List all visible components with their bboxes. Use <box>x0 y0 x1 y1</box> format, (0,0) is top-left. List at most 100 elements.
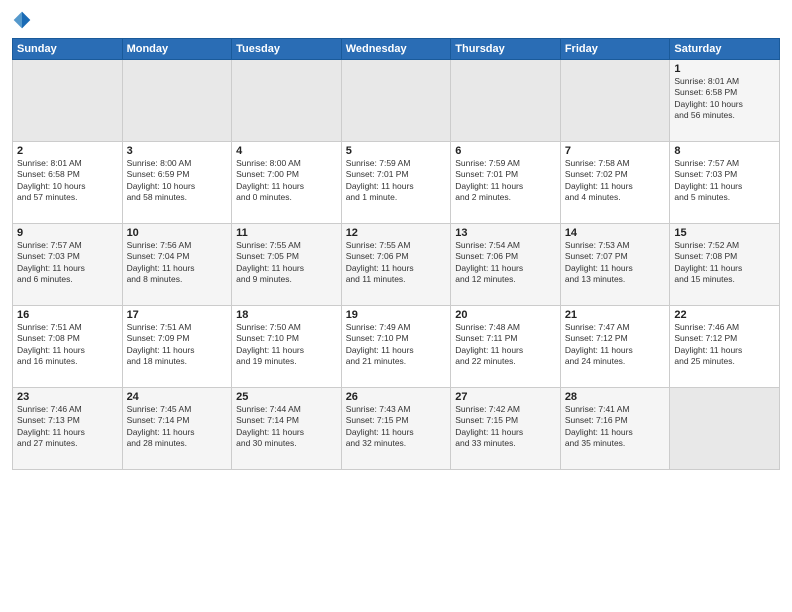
day-info: Sunrise: 7:53 AM Sunset: 7:07 PM Dayligh… <box>565 240 666 286</box>
day-info: Sunrise: 7:57 AM Sunset: 7:03 PM Dayligh… <box>17 240 118 286</box>
day-number: 28 <box>565 391 666 403</box>
weekday-header: Thursday <box>451 39 561 60</box>
day-number: 5 <box>346 145 447 157</box>
weekday-header: Tuesday <box>232 39 342 60</box>
day-info: Sunrise: 7:52 AM Sunset: 7:08 PM Dayligh… <box>674 240 775 286</box>
calendar-day-cell: 13Sunrise: 7:54 AM Sunset: 7:06 PM Dayli… <box>451 224 561 306</box>
day-number: 8 <box>674 145 775 157</box>
day-info: Sunrise: 7:47 AM Sunset: 7:12 PM Dayligh… <box>565 322 666 368</box>
calendar-day-cell <box>560 60 670 142</box>
calendar-day-cell <box>341 60 451 142</box>
day-number: 10 <box>127 227 228 239</box>
calendar-day-cell <box>122 60 232 142</box>
calendar-day-cell: 9Sunrise: 7:57 AM Sunset: 7:03 PM Daylig… <box>13 224 123 306</box>
day-number: 11 <box>236 227 337 239</box>
calendar-day-cell: 22Sunrise: 7:46 AM Sunset: 7:12 PM Dayli… <box>670 306 780 388</box>
day-info: Sunrise: 8:01 AM Sunset: 6:58 PM Dayligh… <box>674 76 775 122</box>
calendar-day-cell: 20Sunrise: 7:48 AM Sunset: 7:11 PM Dayli… <box>451 306 561 388</box>
day-info: Sunrise: 7:46 AM Sunset: 7:12 PM Dayligh… <box>674 322 775 368</box>
weekday-header: Friday <box>560 39 670 60</box>
calendar-day-cell: 16Sunrise: 7:51 AM Sunset: 7:08 PM Dayli… <box>13 306 123 388</box>
day-info: Sunrise: 7:42 AM Sunset: 7:15 PM Dayligh… <box>455 404 556 450</box>
calendar-day-cell: 7Sunrise: 7:58 AM Sunset: 7:02 PM Daylig… <box>560 142 670 224</box>
day-info: Sunrise: 7:45 AM Sunset: 7:14 PM Dayligh… <box>127 404 228 450</box>
calendar-week-row: 2Sunrise: 8:01 AM Sunset: 6:58 PM Daylig… <box>13 142 780 224</box>
calendar-day-cell: 18Sunrise: 7:50 AM Sunset: 7:10 PM Dayli… <box>232 306 342 388</box>
day-number: 3 <box>127 145 228 157</box>
day-number: 4 <box>236 145 337 157</box>
day-number: 2 <box>17 145 118 157</box>
calendar-day-cell: 8Sunrise: 7:57 AM Sunset: 7:03 PM Daylig… <box>670 142 780 224</box>
day-number: 26 <box>346 391 447 403</box>
calendar-day-cell: 14Sunrise: 7:53 AM Sunset: 7:07 PM Dayli… <box>560 224 670 306</box>
calendar-day-cell <box>670 388 780 470</box>
day-info: Sunrise: 7:55 AM Sunset: 7:06 PM Dayligh… <box>346 240 447 286</box>
day-info: Sunrise: 7:51 AM Sunset: 7:08 PM Dayligh… <box>17 322 118 368</box>
weekday-header: Wednesday <box>341 39 451 60</box>
calendar-day-cell: 2Sunrise: 8:01 AM Sunset: 6:58 PM Daylig… <box>13 142 123 224</box>
day-info: Sunrise: 8:00 AM Sunset: 7:00 PM Dayligh… <box>236 158 337 204</box>
day-number: 17 <box>127 309 228 321</box>
calendar-day-cell: 12Sunrise: 7:55 AM Sunset: 7:06 PM Dayli… <box>341 224 451 306</box>
calendar-table: SundayMondayTuesdayWednesdayThursdayFrid… <box>12 38 780 470</box>
day-info: Sunrise: 7:48 AM Sunset: 7:11 PM Dayligh… <box>455 322 556 368</box>
day-info: Sunrise: 7:41 AM Sunset: 7:16 PM Dayligh… <box>565 404 666 450</box>
day-number: 7 <box>565 145 666 157</box>
day-number: 9 <box>17 227 118 239</box>
day-info: Sunrise: 7:49 AM Sunset: 7:10 PM Dayligh… <box>346 322 447 368</box>
calendar-day-cell: 11Sunrise: 7:55 AM Sunset: 7:05 PM Dayli… <box>232 224 342 306</box>
calendar-day-cell: 6Sunrise: 7:59 AM Sunset: 7:01 PM Daylig… <box>451 142 561 224</box>
calendar-week-row: 16Sunrise: 7:51 AM Sunset: 7:08 PM Dayli… <box>13 306 780 388</box>
day-info: Sunrise: 7:46 AM Sunset: 7:13 PM Dayligh… <box>17 404 118 450</box>
day-number: 21 <box>565 309 666 321</box>
calendar-day-cell <box>232 60 342 142</box>
calendar-day-cell: 21Sunrise: 7:47 AM Sunset: 7:12 PM Dayli… <box>560 306 670 388</box>
calendar-week-row: 9Sunrise: 7:57 AM Sunset: 7:03 PM Daylig… <box>13 224 780 306</box>
day-info: Sunrise: 7:51 AM Sunset: 7:09 PM Dayligh… <box>127 322 228 368</box>
day-info: Sunrise: 7:54 AM Sunset: 7:06 PM Dayligh… <box>455 240 556 286</box>
day-number: 13 <box>455 227 556 239</box>
logo <box>12 10 36 30</box>
calendar-day-cell: 5Sunrise: 7:59 AM Sunset: 7:01 PM Daylig… <box>341 142 451 224</box>
calendar-week-row: 1Sunrise: 8:01 AM Sunset: 6:58 PM Daylig… <box>13 60 780 142</box>
calendar-day-cell: 3Sunrise: 8:00 AM Sunset: 6:59 PM Daylig… <box>122 142 232 224</box>
calendar-week-row: 23Sunrise: 7:46 AM Sunset: 7:13 PM Dayli… <box>13 388 780 470</box>
calendar-day-cell: 17Sunrise: 7:51 AM Sunset: 7:09 PM Dayli… <box>122 306 232 388</box>
calendar-day-cell: 26Sunrise: 7:43 AM Sunset: 7:15 PM Dayli… <box>341 388 451 470</box>
weekday-header: Saturday <box>670 39 780 60</box>
calendar-day-cell: 15Sunrise: 7:52 AM Sunset: 7:08 PM Dayli… <box>670 224 780 306</box>
day-number: 15 <box>674 227 775 239</box>
day-number: 6 <box>455 145 556 157</box>
header <box>12 10 780 30</box>
day-info: Sunrise: 7:50 AM Sunset: 7:10 PM Dayligh… <box>236 322 337 368</box>
day-number: 25 <box>236 391 337 403</box>
day-number: 1 <box>674 63 775 75</box>
calendar-day-cell: 4Sunrise: 8:00 AM Sunset: 7:00 PM Daylig… <box>232 142 342 224</box>
day-number: 19 <box>346 309 447 321</box>
day-number: 14 <box>565 227 666 239</box>
calendar-day-cell: 28Sunrise: 7:41 AM Sunset: 7:16 PM Dayli… <box>560 388 670 470</box>
day-info: Sunrise: 7:43 AM Sunset: 7:15 PM Dayligh… <box>346 404 447 450</box>
calendar-day-cell <box>451 60 561 142</box>
weekday-header: Sunday <box>13 39 123 60</box>
weekday-header-row: SundayMondayTuesdayWednesdayThursdayFrid… <box>13 39 780 60</box>
day-info: Sunrise: 7:59 AM Sunset: 7:01 PM Dayligh… <box>455 158 556 204</box>
day-number: 12 <box>346 227 447 239</box>
day-info: Sunrise: 7:44 AM Sunset: 7:14 PM Dayligh… <box>236 404 337 450</box>
calendar-day-cell: 19Sunrise: 7:49 AM Sunset: 7:10 PM Dayli… <box>341 306 451 388</box>
day-info: Sunrise: 8:01 AM Sunset: 6:58 PM Dayligh… <box>17 158 118 204</box>
day-info: Sunrise: 7:59 AM Sunset: 7:01 PM Dayligh… <box>346 158 447 204</box>
day-number: 20 <box>455 309 556 321</box>
day-info: Sunrise: 7:55 AM Sunset: 7:05 PM Dayligh… <box>236 240 337 286</box>
calendar-day-cell: 1Sunrise: 8:01 AM Sunset: 6:58 PM Daylig… <box>670 60 780 142</box>
weekday-header: Monday <box>122 39 232 60</box>
day-info: Sunrise: 7:58 AM Sunset: 7:02 PM Dayligh… <box>565 158 666 204</box>
day-info: Sunrise: 7:57 AM Sunset: 7:03 PM Dayligh… <box>674 158 775 204</box>
day-number: 22 <box>674 309 775 321</box>
calendar-day-cell <box>13 60 123 142</box>
calendar-day-cell: 10Sunrise: 7:56 AM Sunset: 7:04 PM Dayli… <box>122 224 232 306</box>
day-number: 24 <box>127 391 228 403</box>
day-number: 18 <box>236 309 337 321</box>
day-number: 27 <box>455 391 556 403</box>
day-info: Sunrise: 7:56 AM Sunset: 7:04 PM Dayligh… <box>127 240 228 286</box>
